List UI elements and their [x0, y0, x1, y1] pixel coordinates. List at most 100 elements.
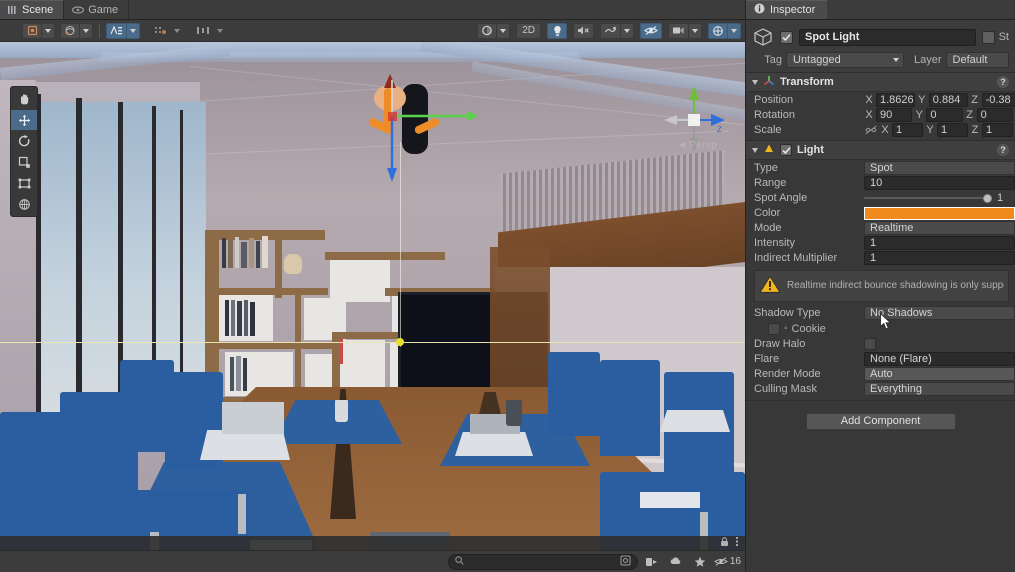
indirect-multiplier-field[interactable]: 1 [864, 251, 1015, 266]
pivot-mode-group[interactable] [22, 22, 55, 39]
grid-snap-dropdown-arrow[interactable] [127, 22, 140, 39]
spot-angle-slider-handle[interactable] [983, 193, 992, 203]
rotate-icon[interactable] [11, 131, 37, 151]
light-cullingmask-row: Culling Mask Everything [746, 381, 1015, 396]
tag-label: Tag [764, 54, 782, 66]
scale-x-field[interactable]: 1 [892, 123, 923, 138]
effects-group[interactable] [600, 22, 634, 39]
view-mode-label[interactable]: ◄ Persp [677, 140, 717, 151]
scale-z-field[interactable]: 1 [982, 123, 1013, 138]
scale-y-field[interactable]: 1 [937, 123, 968, 138]
draw-mode-group[interactable] [477, 22, 511, 39]
tab-inspector[interactable]: Inspector [746, 0, 828, 19]
light-bulb-icon[interactable] [547, 22, 567, 39]
scene-camera-group[interactable] [668, 22, 702, 39]
align-dropdown-arrow[interactable] [214, 23, 227, 39]
scene-camera-icon[interactable] [668, 22, 689, 39]
search-input-wrap[interactable] [448, 553, 638, 570]
type-dropdown[interactable]: Spot [864, 161, 1015, 176]
gizmos-icon[interactable] [708, 22, 728, 39]
gameobject-name-field[interactable]: Spot Light [799, 28, 976, 46]
scale-icon[interactable] [11, 152, 37, 172]
spot-light-gizmo[interactable] [358, 70, 478, 190]
spot-angle-slider[interactable] [864, 193, 992, 203]
handle-dropdown-arrow[interactable] [80, 22, 93, 39]
transform-header[interactable]: Transform ? [746, 73, 1015, 92]
camera-dropdown-arrow[interactable] [689, 22, 702, 39]
culling-mask-dropdown[interactable]: Everything [864, 381, 1015, 396]
light-indirect-row: Indirect Multiplier 1 [746, 251, 1015, 266]
cup-2 [506, 400, 522, 426]
star-icon[interactable] [690, 554, 710, 570]
chevron-down-icon[interactable] [752, 79, 758, 85]
snap-increment-icon[interactable] [150, 23, 171, 39]
rotation-z-field[interactable]: 0 [976, 108, 1013, 123]
gizmos-dropdown-arrow[interactable] [728, 22, 741, 39]
pivot-dropdown-arrow[interactable] [42, 22, 55, 39]
draw-mode-dropdown-arrow[interactable] [497, 22, 511, 39]
rect-transform-icon[interactable] [11, 173, 37, 193]
shaded-sphere-icon[interactable] [477, 22, 498, 39]
render-mode-dropdown[interactable]: Auto [864, 366, 1015, 381]
grid-snap-icon[interactable] [106, 22, 127, 39]
unity-editor-window: Scene Game 2D Z Y ◄ Persp 16 Inspector S… [0, 0, 1015, 572]
cookie-field[interactable] [768, 322, 780, 335]
help-icon[interactable]: ? [997, 76, 1009, 88]
scene-statusbar: 16 [0, 550, 745, 572]
gizmos-group[interactable] [708, 22, 741, 39]
window-mullion-2 [76, 98, 82, 440]
mode-dropdown[interactable]: Realtime [864, 221, 1015, 236]
light-header[interactable]: Light ? [746, 141, 1015, 160]
light-enabled-checkbox[interactable] [780, 144, 792, 156]
chevron-down-icon[interactable] [752, 147, 758, 153]
position-z-label: Z [971, 94, 978, 107]
layer-dropdown[interactable]: Default [945, 52, 1009, 68]
static-checkbox[interactable] [981, 30, 995, 44]
effects-dropdown-arrow[interactable] [621, 22, 634, 39]
position-x-field[interactable]: 1.86267 [876, 93, 915, 108]
audio-mute-icon[interactable] [573, 22, 594, 39]
scene-viewport[interactable]: Z Y ◄ Persp [0, 42, 745, 550]
hand-icon[interactable] [11, 89, 37, 109]
collab-icon[interactable] [642, 554, 662, 570]
align-icon[interactable] [192, 23, 214, 39]
object-picker-icon[interactable] [620, 555, 631, 569]
move-icon[interactable] [11, 110, 37, 130]
position-z-field[interactable]: -0.38 [981, 93, 1015, 108]
spot-angle-value[interactable]: 1 [997, 192, 1013, 204]
cloud-icon[interactable] [666, 554, 686, 570]
pivot-center-icon[interactable] [22, 22, 42, 39]
toggle-2d-button[interactable]: 2D [516, 22, 541, 39]
grid-snap-group[interactable] [106, 22, 140, 39]
tag-dropdown[interactable]: Untagged [786, 52, 904, 68]
viewport-lock-icon[interactable] [720, 536, 729, 550]
transform-icon[interactable] [11, 194, 37, 214]
flare-object-field[interactable]: None (Flare) [864, 351, 1015, 366]
range-field[interactable]: 10 [864, 176, 1015, 191]
draw-halo-checkbox[interactable] [864, 337, 876, 350]
tab-game[interactable]: Game [64, 0, 130, 19]
tab-scene[interactable]: Scene [0, 0, 65, 19]
position-y-field[interactable]: 0.884 [928, 93, 968, 108]
help-icon[interactable]: ? [997, 144, 1009, 156]
console-count[interactable]: 16 [713, 554, 741, 570]
effects-icon[interactable] [600, 22, 621, 39]
color-swatch[interactable] [864, 206, 1015, 220]
constrain-proportions-icon[interactable] [864, 125, 878, 135]
search-input[interactable] [468, 556, 616, 567]
viewport-menu-icon[interactable] [735, 536, 739, 550]
snap-increment-dropdown-arrow[interactable] [171, 23, 184, 39]
rotation-y-field[interactable]: 0 [926, 108, 963, 123]
shadow-type-dropdown[interactable]: No Shadows [864, 305, 1015, 320]
scene-visibility-icon[interactable] [640, 22, 662, 39]
handle-rotation-icon[interactable] [60, 22, 80, 39]
align-group[interactable] [192, 23, 227, 39]
book-13 [230, 357, 234, 391]
intensity-field[interactable]: 1 [864, 236, 1015, 251]
snap-increment-group[interactable] [150, 23, 184, 39]
add-component-button[interactable]: Add Component [805, 412, 956, 430]
gameobject-enabled-checkbox[interactable] [780, 30, 793, 44]
rotation-x-field[interactable]: 90 [876, 108, 913, 123]
handle-rotation-group[interactable] [60, 22, 93, 39]
static-toggle-group[interactable]: St [981, 30, 1009, 44]
